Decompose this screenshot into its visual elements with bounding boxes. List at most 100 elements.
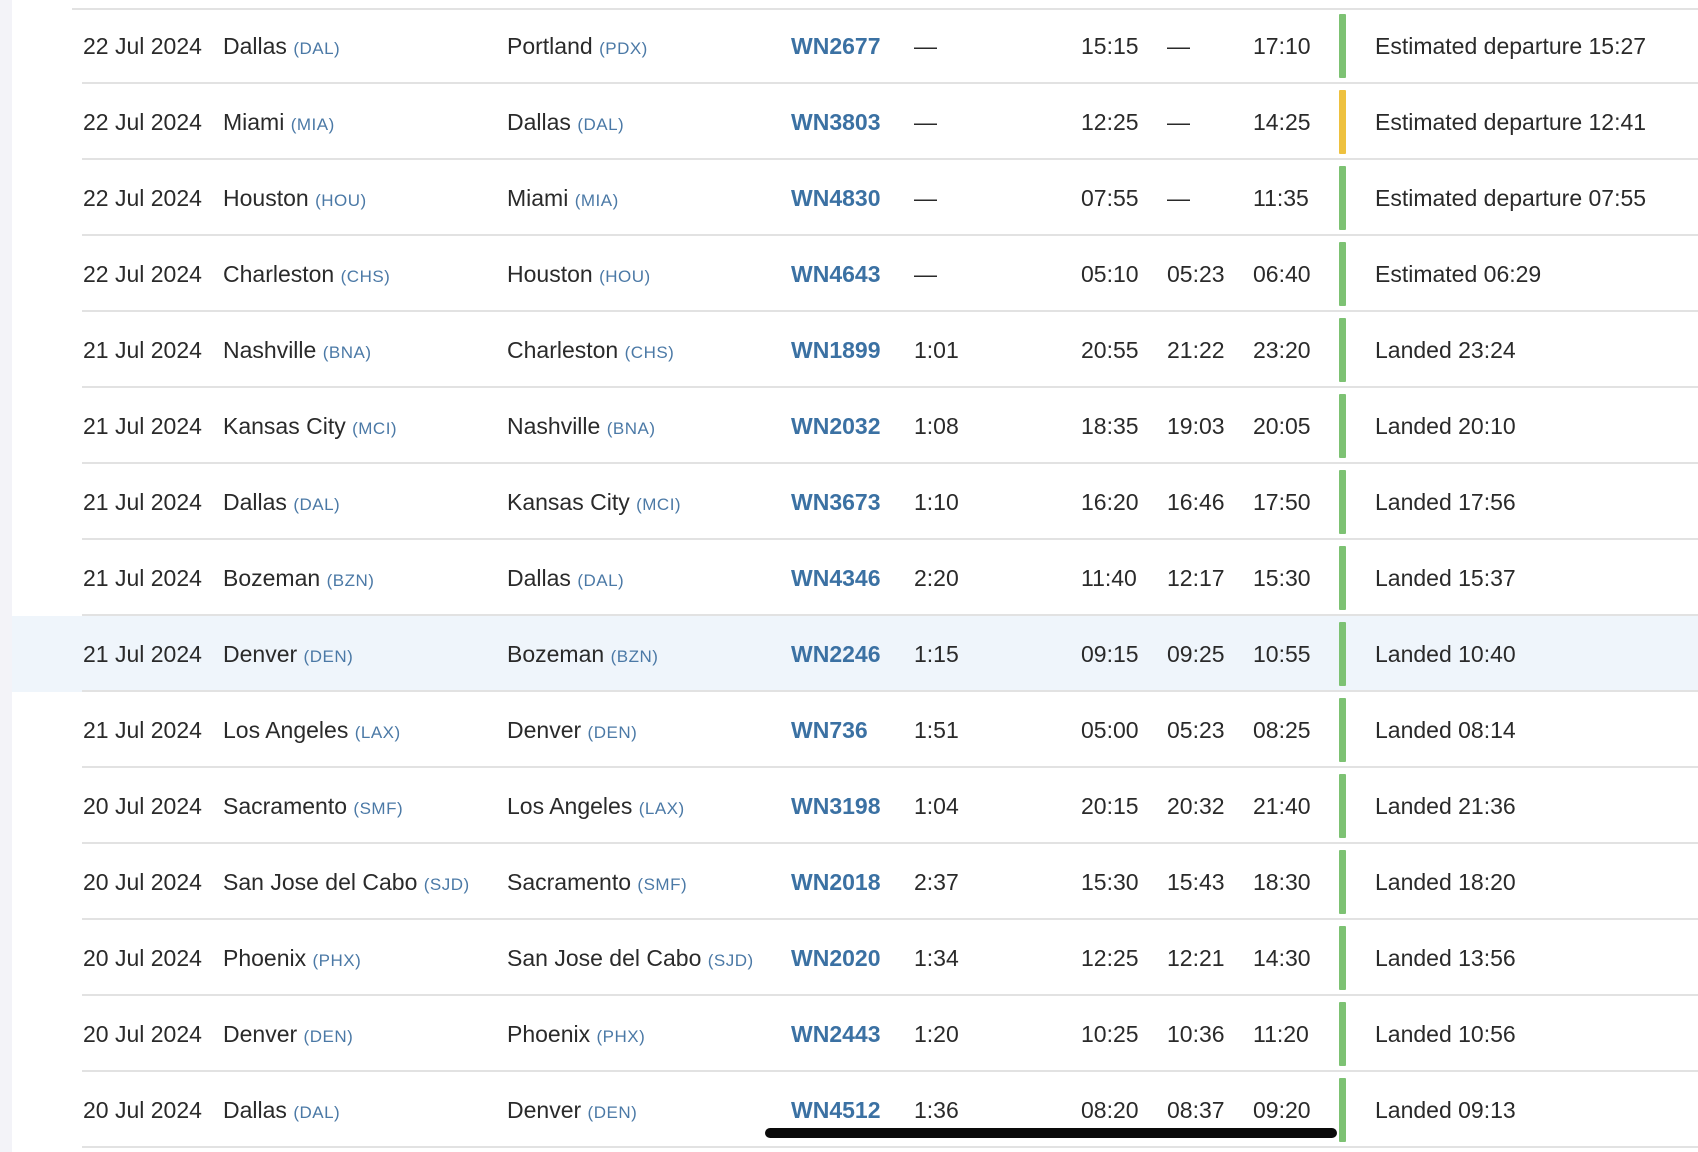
flight-row[interactable]: 20 Jul 2024 Phoenix (PHX) San Jose del C…	[12, 920, 1698, 996]
flight-number-link[interactable]: WN3803	[791, 84, 880, 160]
flight-row[interactable]: 21 Jul 2024 Nashville (BNA) Charleston (…	[12, 312, 1698, 388]
destination-code: (DEN)	[587, 723, 638, 742]
destination-airport[interactable]: San Jose del Cabo (SJD)	[507, 920, 754, 999]
origin-airport[interactable]: Nashville (BNA)	[223, 312, 372, 391]
origin-airport[interactable]: Dallas (DAL)	[223, 464, 340, 543]
actual-departure: —	[1167, 33, 1190, 59]
destination-airport[interactable]: Nashville (BNA)	[507, 388, 656, 467]
scheduled-arrival: 08:25	[1253, 717, 1311, 743]
destination-airport[interactable]: Houston (HOU)	[507, 236, 651, 315]
scheduled-departure: 11:40	[1081, 565, 1137, 591]
destination-airport[interactable]: Dallas (DAL)	[507, 540, 624, 619]
destination-code: (HOU)	[599, 267, 651, 286]
origin-airport[interactable]: Charleston (CHS)	[223, 236, 390, 315]
actual-departure: 19:03	[1167, 413, 1225, 439]
origin-code: (SJD)	[423, 875, 470, 894]
flight-number-link[interactable]: WN4830	[791, 160, 880, 236]
flight-number-link[interactable]: WN736	[791, 692, 868, 768]
origin-airport[interactable]: Denver (DEN)	[223, 996, 353, 1075]
origin-airport[interactable]: Bozeman (BZN)	[223, 540, 374, 619]
actual-departure: 12:21	[1167, 945, 1225, 971]
destination-airport[interactable]: Charleston (CHS)	[507, 312, 674, 391]
flight-status: Landed 20:10	[1375, 413, 1516, 439]
flight-status: Estimated departure 15:27	[1375, 33, 1647, 59]
origin-city: Los Angeles	[223, 717, 349, 743]
origin-airport[interactable]: San Jose del Cabo (SJD)	[223, 844, 470, 923]
scheduled-arrival: 06:40	[1253, 261, 1311, 287]
origin-airport[interactable]: Phoenix (PHX)	[223, 920, 361, 999]
origin-airport[interactable]: Sacramento (SMF)	[223, 768, 403, 847]
flight-number-link[interactable]: WN3673	[791, 464, 880, 540]
origin-city: Dallas	[223, 33, 287, 59]
flight-number-link[interactable]: WN2018	[791, 844, 880, 920]
scheduled-arrival: 17:10	[1253, 33, 1311, 59]
destination-airport[interactable]: Sacramento (SMF)	[507, 844, 687, 923]
flight-number-link[interactable]: WN1899	[791, 312, 880, 388]
scheduled-arrival: 14:30	[1253, 945, 1311, 971]
flight-date: 20 Jul 2024	[83, 869, 202, 895]
destination-airport[interactable]: Denver (DEN)	[507, 692, 637, 771]
status-indicator-bar	[1339, 546, 1346, 610]
destination-airport[interactable]: Kansas City (MCI)	[507, 464, 681, 543]
flight-row[interactable]: 21 Jul 2024 Bozeman (BZN) Dallas (DAL) W…	[12, 540, 1698, 616]
destination-city: Miami	[507, 185, 569, 211]
flight-status: Landed 09:13	[1375, 1097, 1516, 1123]
destination-airport[interactable]: Miami (MIA)	[507, 160, 619, 239]
scheduled-departure: 15:30	[1081, 869, 1139, 895]
destination-airport[interactable]: Bozeman (BZN)	[507, 616, 658, 695]
flight-row[interactable]: 20 Jul 2024 Denver (DEN) Phoenix (PHX) W…	[12, 996, 1698, 1072]
flight-duration: 1:04	[914, 793, 959, 819]
flight-row[interactable]: 22 Jul 2024 Miami (MIA) Dallas (DAL) WN3…	[12, 84, 1698, 160]
origin-airport[interactable]: Miami (MIA)	[223, 84, 335, 163]
destination-airport[interactable]: Los Angeles (LAX)	[507, 768, 685, 847]
actual-departure: 15:43	[1167, 869, 1225, 895]
origin-airport[interactable]: Kansas City (MCI)	[223, 388, 397, 467]
flight-row[interactable]: 22 Jul 2024 Houston (HOU) Miami (MIA) WN…	[12, 160, 1698, 236]
flight-duration: 1:34	[914, 945, 959, 971]
origin-airport[interactable]: Los Angeles (LAX)	[223, 692, 401, 771]
scheduled-arrival: 10:55	[1253, 641, 1311, 667]
flight-date: 21 Jul 2024	[83, 337, 202, 363]
destination-airport[interactable]: Portland (PDX)	[507, 8, 648, 87]
origin-airport[interactable]: Houston (HOU)	[223, 160, 367, 239]
flight-number-link[interactable]: WN2020	[791, 920, 880, 996]
scheduled-departure: 05:10	[1081, 261, 1139, 287]
flight-number-link[interactable]: WN2246	[791, 616, 880, 692]
flight-row[interactable]: 20 Jul 2024 Sacramento (SMF) Los Angeles…	[12, 768, 1698, 844]
flight-number-link[interactable]: WN2443	[791, 996, 880, 1072]
origin-airport[interactable]: Dallas (DAL)	[223, 1072, 340, 1151]
destination-city: Charleston	[507, 337, 619, 363]
flight-duration: 1:01	[914, 337, 959, 363]
origin-airport[interactable]: Dallas (DAL)	[223, 8, 340, 87]
flight-row[interactable]: 22 Jul 2024 Charleston (CHS) Houston (HO…	[12, 236, 1698, 312]
flight-date: 20 Jul 2024	[83, 1021, 202, 1047]
destination-airport[interactable]: Phoenix (PHX)	[507, 996, 645, 1075]
flight-status: Landed 18:20	[1375, 869, 1516, 895]
flight-number-link[interactable]: WN2677	[791, 8, 880, 84]
flight-row[interactable]: 21 Jul 2024 Los Angeles (LAX) Denver (DE…	[12, 692, 1698, 768]
flight-row[interactable]: 20 Jul 2024 San Jose del Cabo (SJD) Sacr…	[12, 844, 1698, 920]
flight-number-link[interactable]: WN4643	[791, 236, 880, 312]
destination-city: San Jose del Cabo	[507, 945, 702, 971]
flight-row[interactable]: 21 Jul 2024 Dallas (DAL) Kansas City (MC…	[12, 464, 1698, 540]
destination-airport[interactable]: Dallas (DAL)	[507, 84, 624, 163]
scheduled-arrival: 21:40	[1253, 793, 1311, 819]
flight-number-link[interactable]: WN3198	[791, 768, 880, 844]
left-gutter	[0, 0, 12, 1152]
destination-city: Portland	[507, 33, 593, 59]
flight-number-link[interactable]: WN4346	[791, 540, 880, 616]
status-indicator-bar	[1339, 926, 1346, 990]
flight-row[interactable]: 21 Jul 2024 Denver (DEN) Bozeman (BZN) W…	[12, 616, 1698, 692]
home-indicator[interactable]	[765, 1128, 1337, 1138]
flight-number-link[interactable]: WN2032	[791, 388, 880, 464]
flight-row[interactable]: 22 Jul 2024 Dallas (DAL) Portland (PDX) …	[12, 8, 1698, 84]
destination-code: (MCI)	[636, 495, 682, 514]
flight-date: 21 Jul 2024	[83, 641, 202, 667]
flight-row[interactable]: 21 Jul 2024 Kansas City (MCI) Nashville …	[12, 388, 1698, 464]
scheduled-arrival: 17:50	[1253, 489, 1311, 515]
status-indicator-bar	[1339, 242, 1346, 306]
origin-airport[interactable]: Denver (DEN)	[223, 616, 353, 695]
origin-city: Kansas City	[223, 413, 346, 439]
flight-status: Estimated 06:29	[1375, 261, 1542, 287]
destination-airport[interactable]: Denver (DEN)	[507, 1072, 637, 1151]
